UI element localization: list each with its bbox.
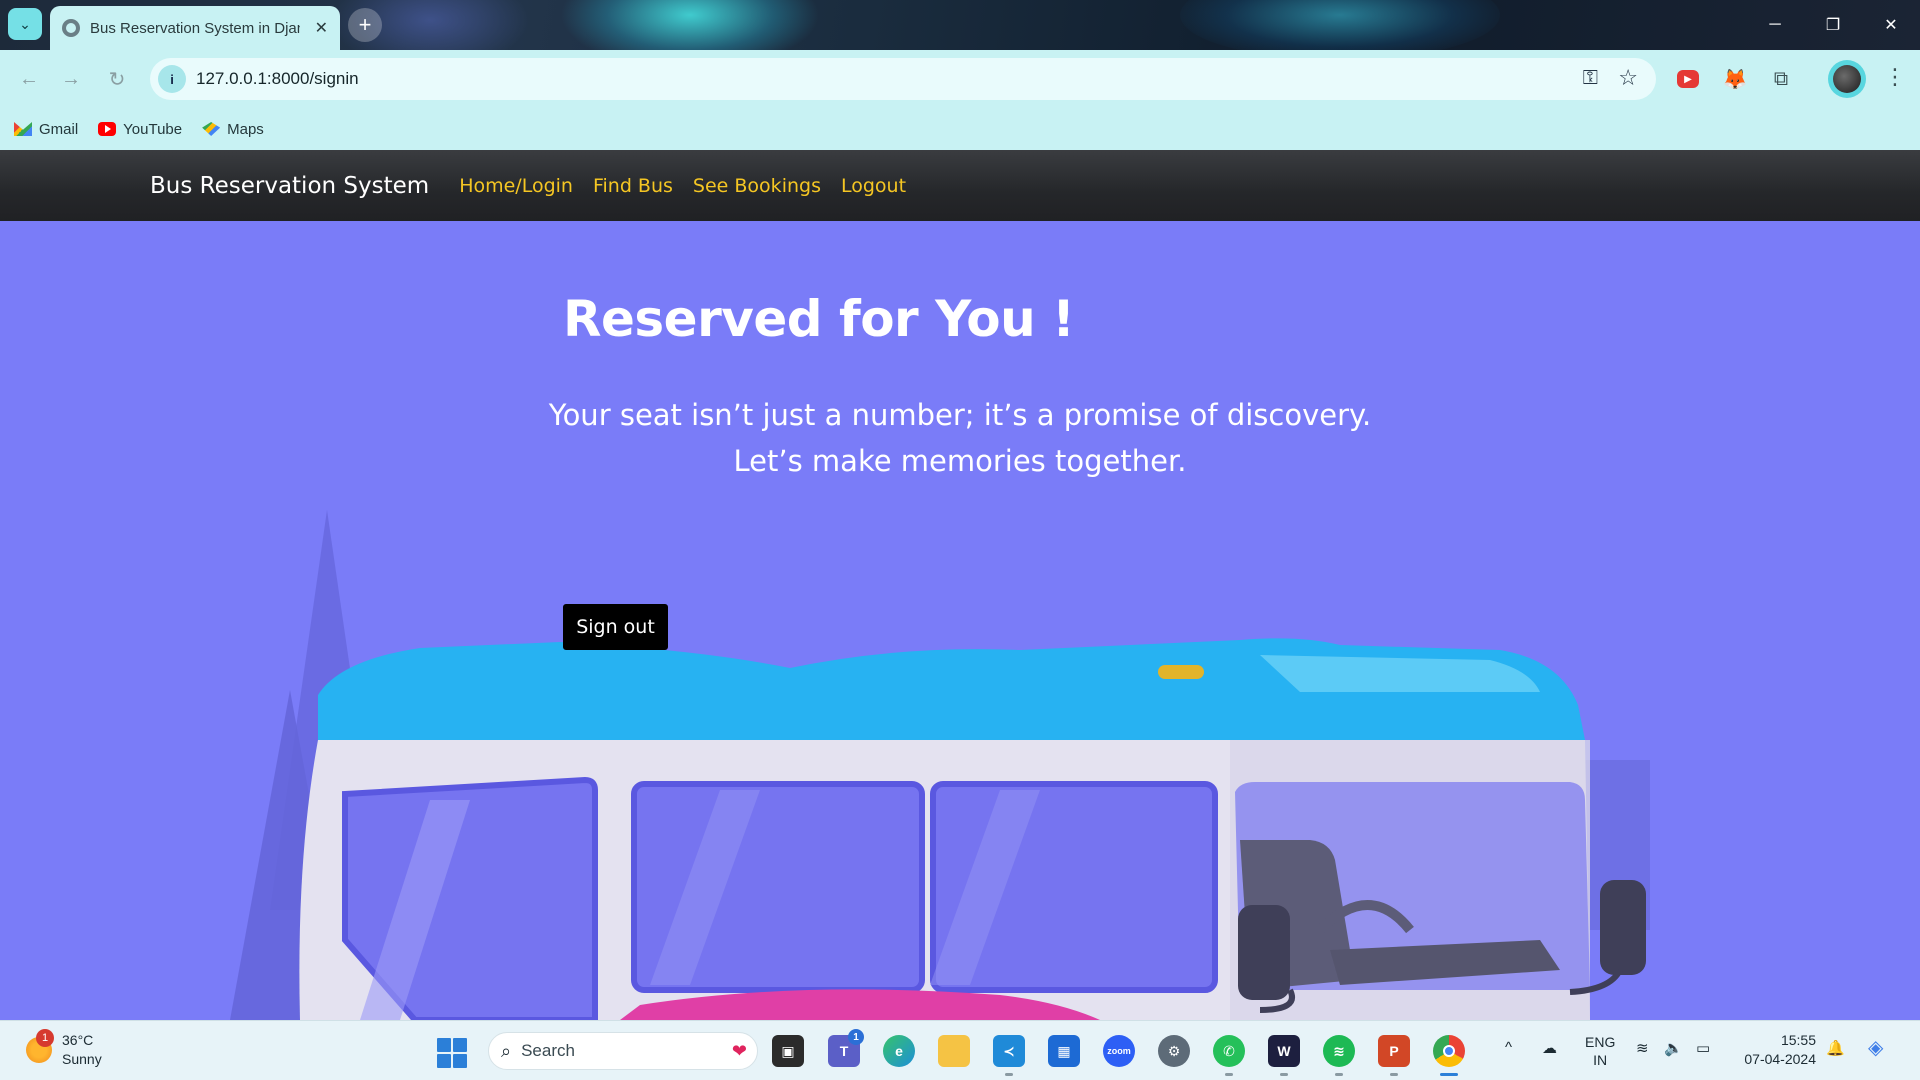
battery-icon[interactable]: ▭: [1696, 1039, 1710, 1057]
back-arrow-icon[interactable]: ←: [14, 64, 44, 94]
zoom-icon[interactable]: zoom: [1103, 1035, 1135, 1067]
search-highlight-icon: ❤: [731, 1040, 747, 1061]
vscode-icon[interactable]: ≺: [993, 1035, 1025, 1067]
weather-description: Sunny: [62, 1051, 102, 1067]
wallpaper-glow: [1180, 0, 1500, 50]
input-language[interactable]: ENG IN: [1585, 1033, 1615, 1069]
reload-icon[interactable]: ↻: [102, 64, 132, 94]
close-window-button[interactable]: ✕: [1862, 0, 1920, 50]
gmail-icon: [14, 122, 32, 136]
active-indicator: [1440, 1073, 1458, 1076]
bookmark-star-icon[interactable]: ☆: [1618, 65, 1638, 91]
maps-icon: [202, 122, 221, 136]
weather-widget[interactable]: 1 36°C Sunny: [26, 1029, 102, 1069]
settings-gear-icon[interactable]: ⚙: [1158, 1035, 1190, 1067]
window-controls: ─ ❐ ✕: [1746, 0, 1920, 50]
windows-start-icon[interactable]: [437, 1038, 467, 1068]
page-content: Bus Reservation System Home/Login Find B…: [0, 150, 1920, 1020]
site-brand[interactable]: Bus Reservation System: [150, 173, 429, 199]
wifi-icon[interactable]: ≋: [1636, 1039, 1649, 1057]
file-explorer-icon[interactable]: [938, 1035, 970, 1067]
edge-icon[interactable]: e: [883, 1035, 915, 1067]
bookmark-label: YouTube: [123, 120, 183, 138]
taskbar-search[interactable]: ⌕ Search ❤: [488, 1032, 758, 1070]
nav-find-bus-link[interactable]: Find Bus: [593, 175, 673, 197]
region-code: IN: [1593, 1052, 1608, 1068]
browser-toolbar: ← → ↻ i 127.0.0.1:8000/signin ⚿ ☆ ▶ 🦊 ⧉ …: [0, 50, 1920, 108]
notification-badge: 1: [36, 1029, 54, 1047]
onedrive-cloud-icon[interactable]: ☁: [1542, 1039, 1557, 1057]
address-bar[interactable]: i 127.0.0.1:8000/signin ⚿ ☆: [150, 58, 1656, 100]
bookmark-gmail[interactable]: Gmail: [14, 121, 78, 138]
site-info-icon[interactable]: i: [158, 65, 186, 93]
system-clock[interactable]: 15:55 07-04-2024: [1736, 1031, 1816, 1069]
profile-avatar[interactable]: [1828, 60, 1866, 98]
youtube-extension-icon[interactable]: ▶: [1677, 70, 1699, 88]
spotify-icon[interactable]: ≋: [1323, 1035, 1355, 1067]
bookmark-label: Maps: [227, 120, 264, 138]
globe-icon: [62, 19, 80, 37]
restore-button[interactable]: ❐: [1804, 0, 1862, 50]
browser-title-bar: ⌄ Bus Reservation System in Djan ✕ + ─ ❐…: [0, 0, 1920, 50]
new-tab-button[interactable]: +: [348, 8, 382, 42]
metamask-extension-icon[interactable]: 🦊: [1722, 66, 1748, 92]
volume-icon[interactable]: 🔈: [1664, 1039, 1683, 1057]
bookmark-youtube[interactable]: YouTube: [98, 121, 182, 138]
extensions-puzzle-icon[interactable]: ⧉: [1768, 66, 1794, 92]
nav-home-login-link[interactable]: Home/Login: [459, 175, 573, 197]
nav-logout-link[interactable]: Logout: [841, 175, 906, 197]
running-indicator: [1005, 1073, 1013, 1076]
minimize-button[interactable]: ─: [1746, 0, 1804, 50]
clock-date: 07-04-2024: [1744, 1051, 1816, 1067]
task-view-icon[interactable]: ▣: [772, 1035, 804, 1067]
notification-bell-icon[interactable]: 🔔: [1826, 1039, 1845, 1057]
bookmark-label: Gmail: [39, 120, 79, 138]
running-indicator: [1280, 1073, 1288, 1076]
weather-temperature: 36°C: [62, 1032, 94, 1048]
search-icon: ⌕: [501, 1040, 512, 1061]
webex-icon[interactable]: W: [1268, 1035, 1300, 1067]
chevron-down-icon: ⌄: [19, 15, 31, 32]
nav-see-bookings-link[interactable]: See Bookings: [693, 175, 821, 197]
youtube-icon: [98, 122, 117, 136]
bookmarks-bar: Gmail YouTube Maps: [0, 108, 1920, 150]
chrome-icon[interactable]: [1433, 1035, 1465, 1067]
search-label: Search: [521, 1041, 575, 1060]
close-tab-icon[interactable]: ✕: [315, 18, 328, 38]
teams-badge: 1: [848, 1029, 864, 1045]
running-indicator: [1390, 1073, 1398, 1076]
copilot-icon[interactable]: ◈: [1868, 1035, 1883, 1060]
running-indicator: [1225, 1073, 1233, 1076]
teams-icon[interactable]: 1T: [828, 1029, 864, 1067]
running-indicator: [1335, 1073, 1343, 1076]
site-navbar: Bus Reservation System Home/Login Find B…: [0, 150, 1920, 221]
windows-taskbar: 1 36°C Sunny ⌕ Search ❤ ▣ 1T e ≺ ▦ zoom …: [0, 1020, 1920, 1080]
sign-out-button[interactable]: Sign out: [563, 604, 668, 650]
tab-title: Bus Reservation System in Djan: [90, 19, 300, 37]
wallpaper-glow: [560, 0, 820, 50]
clock-time: 15:55: [1780, 1032, 1816, 1048]
tab-search-button[interactable]: ⌄: [8, 8, 42, 40]
url-text[interactable]: 127.0.0.1:8000/signin: [196, 69, 359, 89]
browser-tab-active[interactable]: Bus Reservation System in Djan ✕: [50, 6, 340, 50]
more-menu-icon[interactable]: ⋮: [1880, 64, 1910, 90]
hero-title: Reserved for You !: [563, 290, 1075, 348]
show-hidden-icons-icon[interactable]: ^: [1505, 1039, 1512, 1056]
hero-text-line-2: Let’s make memories together.: [733, 444, 1187, 478]
forward-arrow-icon[interactable]: →: [56, 64, 86, 94]
microsoft-store-icon[interactable]: ▦: [1048, 1035, 1080, 1067]
powerpoint-icon[interactable]: P: [1378, 1035, 1410, 1067]
sun-icon: 1: [26, 1029, 54, 1063]
bus-illustration: [230, 510, 1650, 1020]
language-code: ENG: [1585, 1034, 1616, 1050]
hero-text-line-1: Your seat isn’t just a number; it’s a pr…: [548, 398, 1372, 432]
site-nav-links: Home/Login Find Bus See Bookings Logout: [459, 175, 906, 197]
whatsapp-icon[interactable]: ✆: [1213, 1035, 1245, 1067]
bookmark-maps[interactable]: Maps: [202, 121, 264, 138]
password-key-icon[interactable]: ⚿: [1583, 67, 1598, 90]
